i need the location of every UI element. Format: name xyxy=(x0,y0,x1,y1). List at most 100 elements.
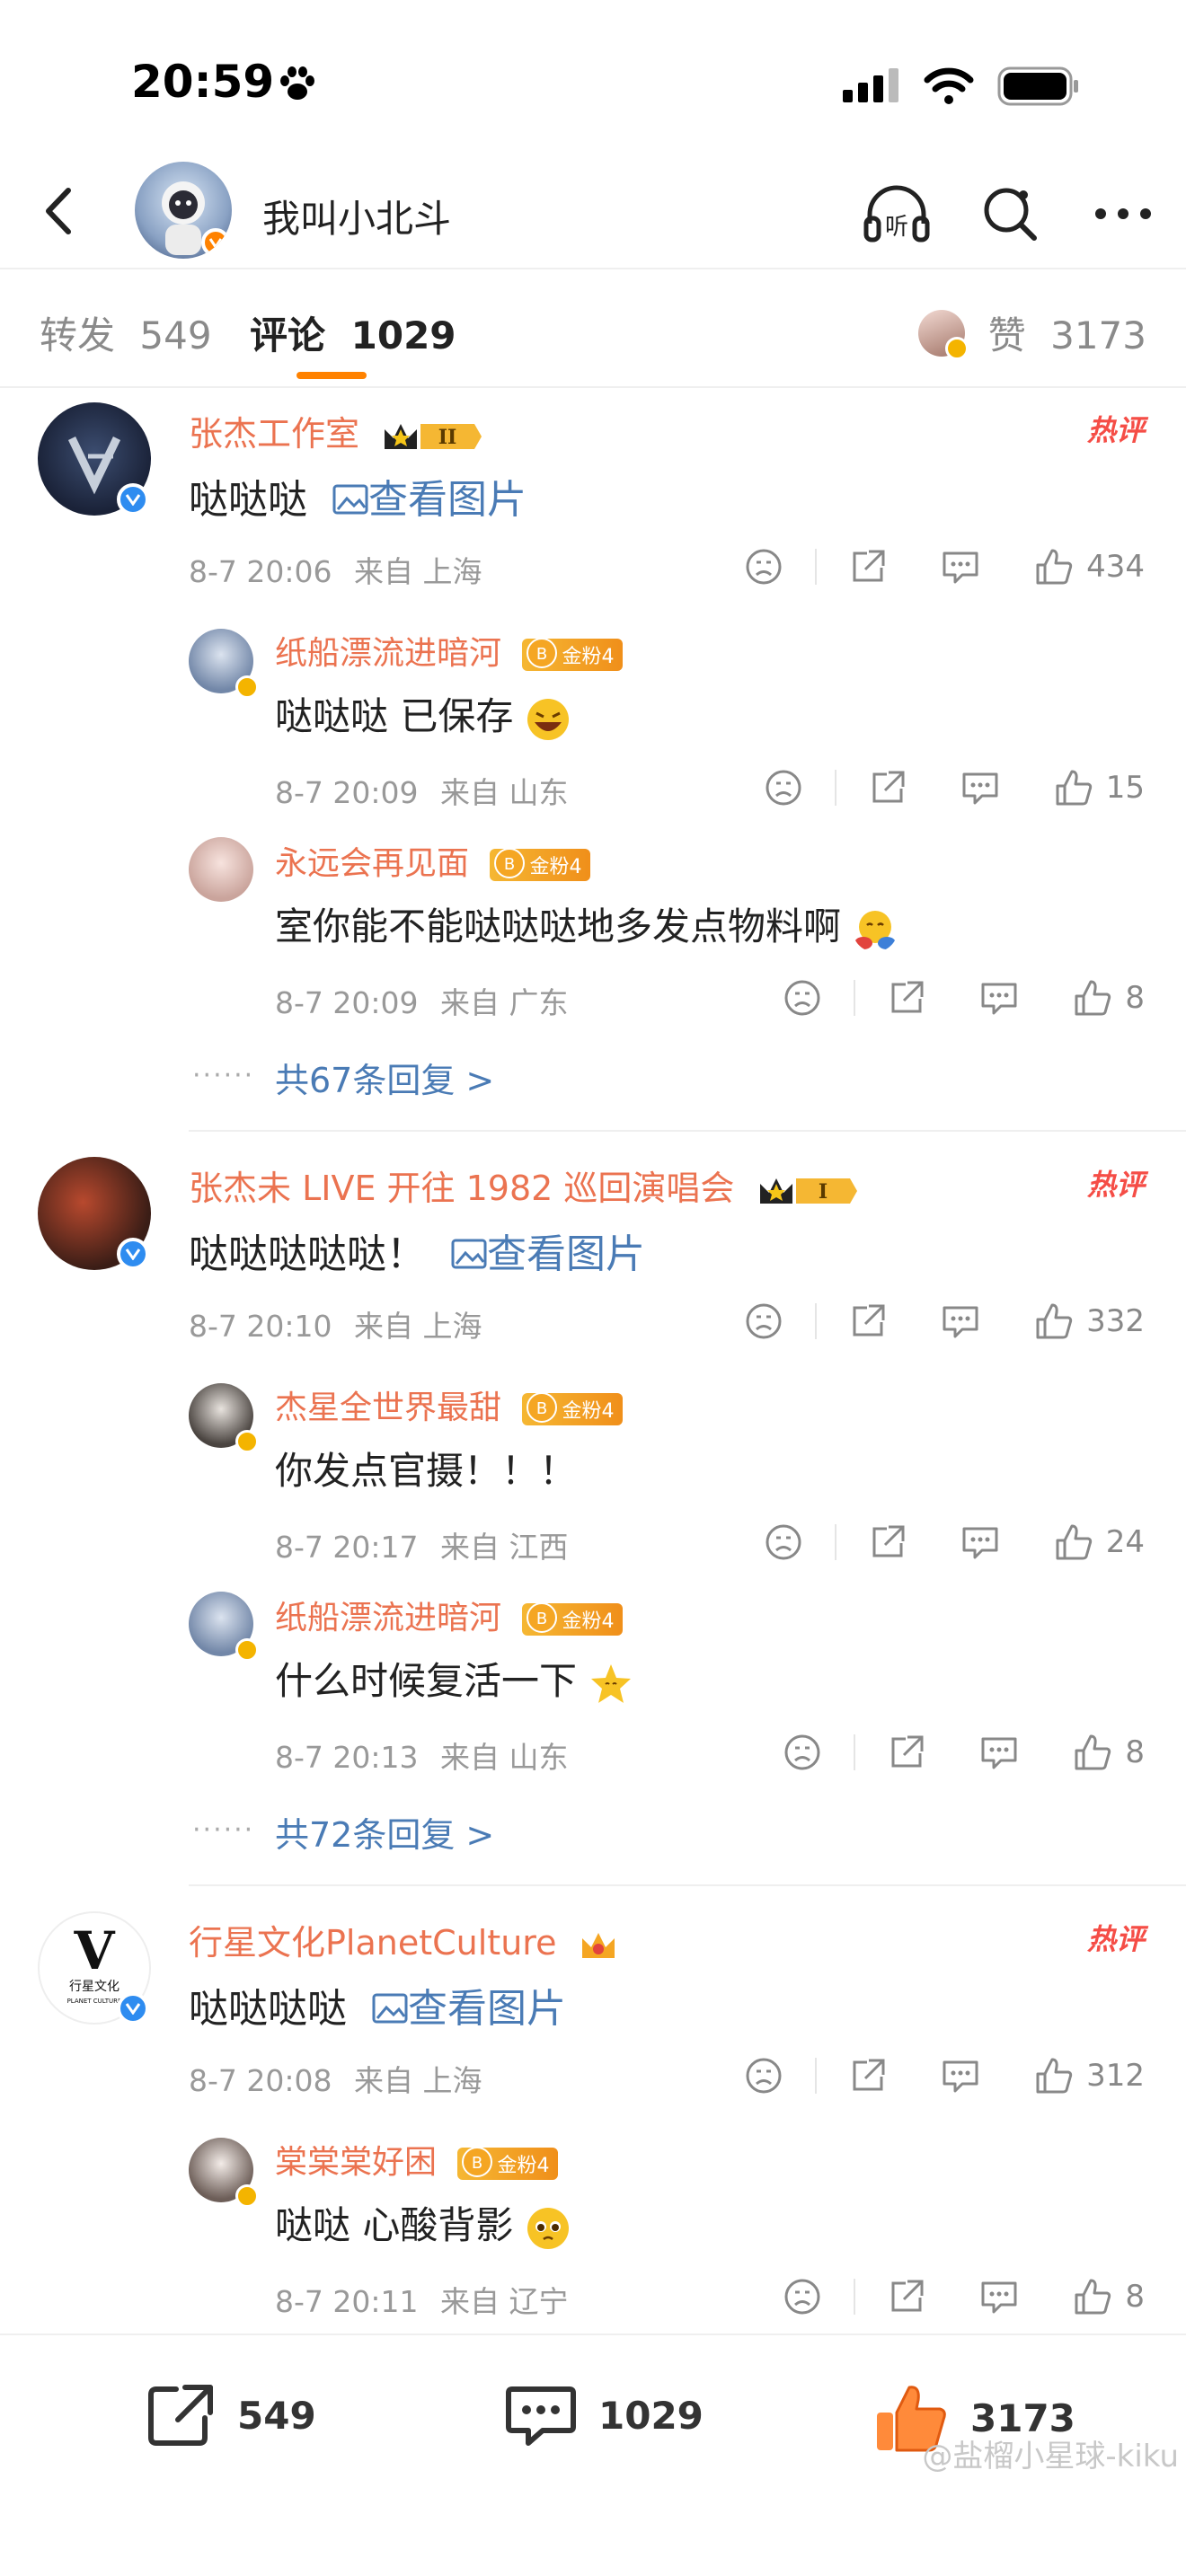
comment-meta: 8-7 20:06 来自 上海 xyxy=(189,548,482,591)
share-button[interactable] xyxy=(849,544,887,589)
share-button[interactable] xyxy=(869,765,907,810)
hot-comment-badge: 热评 xyxy=(1086,413,1145,447)
like-count: 24 xyxy=(1105,1524,1145,1560)
reply-name[interactable]: 永远会再见面 B 金粉4 xyxy=(275,837,591,884)
reply-meta: 8-7 20:11 来自 辽宁 xyxy=(275,2284,569,2319)
like-button[interactable]: 8 xyxy=(1073,2274,1145,2319)
top-nav: 我叫小北斗 听 xyxy=(0,162,1186,269)
share-button[interactable] xyxy=(888,975,925,1020)
reply-name[interactable]: 棠棠棠好困 B 金粉4 xyxy=(275,2136,559,2183)
share-button[interactable] xyxy=(888,2274,925,2319)
reply-text: 哒哒哒 已保存 xyxy=(275,686,571,742)
reply-button[interactable] xyxy=(941,544,980,589)
tab-repost-label: 转发 xyxy=(40,313,116,357)
view-image-link[interactable]: 查看图片 xyxy=(451,1231,645,1277)
battery-icon xyxy=(997,66,1078,106)
reply-meta: 8-7 20:17 来自 江西 xyxy=(275,1530,569,1565)
like-button[interactable]: 8 xyxy=(1073,975,1145,1020)
hug-emoji-icon xyxy=(854,910,897,949)
dislike-button[interactable] xyxy=(765,765,802,810)
reply-button[interactable] xyxy=(979,1730,1019,1775)
reply-button[interactable] xyxy=(979,975,1019,1020)
svg-text:I: I xyxy=(818,1180,827,1204)
reply-button[interactable] xyxy=(979,2274,1019,2319)
reply-actions: 8 xyxy=(783,2274,1145,2319)
dislike-button[interactable] xyxy=(783,1730,821,1775)
verified-badge-icon xyxy=(235,1430,259,1453)
like-button[interactable]: 434 xyxy=(1034,544,1145,589)
thumbs-up-icon xyxy=(1075,2279,1111,2315)
verified-badge-icon xyxy=(235,675,259,699)
view-image-link[interactable]: 查看图片 xyxy=(332,477,527,523)
repost-button[interactable]: 549 xyxy=(146,2382,316,2448)
back-arrow-icon[interactable] xyxy=(29,180,92,243)
share-icon xyxy=(872,771,905,803)
thumbs-up-icon xyxy=(1075,980,1111,1016)
reply-button[interactable] xyxy=(960,1520,1000,1565)
crown-member-icon xyxy=(581,1932,615,1958)
dislike-button[interactable] xyxy=(745,2053,783,2098)
dislike-button[interactable] xyxy=(745,1299,783,1344)
search-button[interactable] xyxy=(974,178,1046,250)
active-tab-indicator xyxy=(296,372,367,379)
author-name[interactable]: 我叫小北斗 xyxy=(262,189,451,243)
dislike-button[interactable] xyxy=(783,2274,821,2319)
more-options-button[interactable] xyxy=(1087,178,1159,250)
star-face-emoji-icon xyxy=(591,1663,632,1703)
dislike-button[interactable] xyxy=(783,975,821,1020)
share-button[interactable] xyxy=(849,1299,887,1344)
tab-repost[interactable]: 转发 549 xyxy=(40,305,212,360)
view-image-link[interactable]: 查看图片 xyxy=(372,1986,566,2032)
like-button[interactable]: 8 xyxy=(1073,1730,1145,1775)
wifi-icon xyxy=(924,67,974,104)
verified-badge-icon xyxy=(117,1238,149,1270)
comment-button[interactable]: 1029 xyxy=(505,2382,704,2448)
fan-badge: B 金粉4 xyxy=(522,638,624,671)
like-button[interactable]: 332 xyxy=(1034,1299,1145,1344)
image-icon xyxy=(332,484,368,515)
listen-button[interactable]: 听 xyxy=(861,178,933,250)
frown-face-icon xyxy=(746,1303,782,1339)
like-button[interactable]: 312 xyxy=(1034,2053,1145,2098)
reply-button[interactable] xyxy=(941,2053,980,2098)
more-replies-dots: ······ xyxy=(192,1814,255,1846)
share-button[interactable] xyxy=(869,1520,907,1565)
share-icon xyxy=(853,2059,885,2091)
reply-avatar[interactable] xyxy=(189,837,253,902)
share-button[interactable] xyxy=(849,2053,887,2098)
more-replies-link[interactable]: 共72条回复 > xyxy=(275,1807,494,1857)
reply-meta: 8-7 20:09 来自 广东 xyxy=(275,985,569,1020)
action-divider xyxy=(854,2279,856,2315)
tab-like[interactable]: 赞 3173 xyxy=(917,305,1146,360)
more-replies-link[interactable]: 共67条回复 > xyxy=(275,1053,494,1102)
repost-count: 549 xyxy=(237,2393,316,2438)
commenter-name[interactable]: 行星文化PlanetCulture xyxy=(189,1915,618,1964)
reply-name[interactable]: 杰星全世界最甜 B 金粉4 xyxy=(275,1381,624,1428)
dislike-button[interactable] xyxy=(765,1520,802,1565)
tab-like-count: 3173 xyxy=(1050,313,1146,357)
commenter-name[interactable]: 张杰工作室 II xyxy=(189,406,485,455)
frown-face-icon xyxy=(784,1734,820,1770)
gold-fan-medal-icon: B xyxy=(527,638,558,668)
reply-button[interactable] xyxy=(941,1299,980,1344)
pleading-emoji-icon xyxy=(527,2207,569,2249)
gold-fan-medal-icon: B xyxy=(494,848,526,878)
comment-bubble-icon xyxy=(943,551,978,584)
commenter-name[interactable]: 张杰未 LIVE 开往 1982 巡回演唱会 I xyxy=(189,1160,861,1210)
like-button[interactable]: 15 xyxy=(1054,765,1145,810)
svg-text:B: B xyxy=(536,1399,547,1418)
frown-face-icon xyxy=(784,980,820,1016)
comment-text: 哒哒哒哒 查看图片 xyxy=(189,1986,566,2032)
share-button[interactable] xyxy=(888,1730,925,1775)
comment-bubble-icon xyxy=(981,2281,1017,2314)
dislike-button[interactable] xyxy=(745,544,783,589)
reply-name[interactable]: 纸船漂流进暗河 B 金粉4 xyxy=(275,627,624,674)
reply-button[interactable] xyxy=(960,765,1000,810)
reply-name[interactable]: 纸船漂流进暗河 B 金粉4 xyxy=(275,1592,624,1638)
fan-badge: B 金粉4 xyxy=(490,848,591,881)
reply-text: 什么时候复活一下 xyxy=(275,1651,633,1707)
comment-count: 1029 xyxy=(598,2393,704,2438)
like-button[interactable]: 24 xyxy=(1054,1520,1145,1565)
tab-comment[interactable]: 评论 1029 xyxy=(250,305,456,360)
author-avatar[interactable] xyxy=(135,162,232,259)
